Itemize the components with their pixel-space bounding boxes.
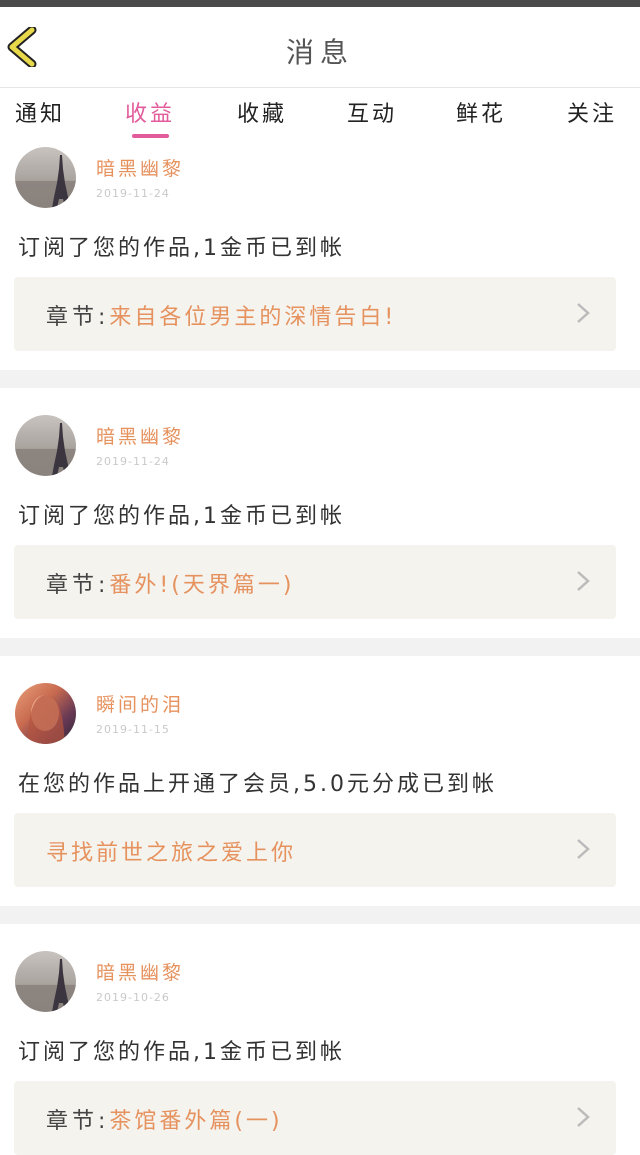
tab-earnings[interactable]: 收益 xyxy=(110,96,190,128)
list-item: 暗黑幽黎 2019-10-26 订阅了您的作品,1金币已到帐 章节:茶馆番外篇(… xyxy=(0,924,640,1155)
username[interactable]: 暗黑幽黎 xyxy=(96,154,184,181)
tab-following[interactable]: 关注 xyxy=(552,96,632,128)
avatar[interactable] xyxy=(15,951,76,1012)
divider xyxy=(0,370,640,388)
chevron-right-icon xyxy=(577,303,590,323)
work-link[interactable]: 寻找前世之旅之爱上你 xyxy=(14,813,616,887)
chapter-title: 来自各位男主的深情告白! xyxy=(109,305,397,330)
chapter-link[interactable]: 章节:来自各位男主的深情告白! xyxy=(14,277,616,351)
chapter-label: 章节: xyxy=(46,573,110,598)
work-title: 寻找前世之旅之爱上你 xyxy=(46,841,297,866)
avatar[interactable] xyxy=(15,683,76,744)
message-date: 2019-11-24 xyxy=(96,187,170,200)
tab-flowers[interactable]: 鲜花 xyxy=(441,96,521,128)
username[interactable]: 暗黑幽黎 xyxy=(96,422,184,449)
chapter-title: 番外!(天界篇一) xyxy=(109,573,295,598)
list-item: 瞬间的泪 2019-11-15 在您的作品上开通了会员,5.0元分成已到帐 寻找… xyxy=(0,656,640,906)
avatar[interactable] xyxy=(15,147,76,208)
chapter-label: 章节: xyxy=(46,1109,110,1134)
list-item: 暗黑幽黎 2019-11-24 订阅了您的作品,1金币已到帐 章节:来自各位男主… xyxy=(0,140,640,370)
tab-bar: 通知 收益 收藏 互动 鲜花 关注 xyxy=(0,88,640,140)
message-date: 2019-11-24 xyxy=(96,455,170,468)
page-title: 消息 xyxy=(285,36,354,69)
status-bar xyxy=(0,0,640,7)
divider xyxy=(0,906,640,924)
message-text: 订阅了您的作品,1金币已到帐 xyxy=(18,504,345,529)
active-tab-indicator xyxy=(132,134,169,138)
chevron-right-icon xyxy=(577,571,590,591)
username[interactable]: 瞬间的泪 xyxy=(96,690,184,717)
divider xyxy=(0,638,640,656)
chapter-link[interactable]: 章节:番外!(天界篇一) xyxy=(14,545,616,619)
chapter-label: 章节: xyxy=(46,305,110,330)
username[interactable]: 暗黑幽黎 xyxy=(96,958,184,985)
message-text: 订阅了您的作品,1金币已到帐 xyxy=(18,236,345,261)
chevron-right-icon xyxy=(577,1107,590,1127)
avatar[interactable] xyxy=(15,415,76,476)
chapter-link[interactable]: 章节:茶馆番外篇(一) xyxy=(14,1081,616,1155)
tab-notifications[interactable]: 通知 xyxy=(0,96,80,128)
message-text: 订阅了您的作品,1金币已到帐 xyxy=(18,1040,345,1065)
tab-interactions[interactable]: 互动 xyxy=(332,96,412,128)
chevron-right-icon xyxy=(577,839,590,859)
message-text: 在您的作品上开通了会员,5.0元分成已到帐 xyxy=(18,772,497,797)
message-date: 2019-11-15 xyxy=(96,723,170,736)
message-date: 2019-10-26 xyxy=(96,991,170,1004)
chapter-title: 茶馆番外篇(一) xyxy=(109,1109,283,1134)
list-item: 暗黑幽黎 2019-11-24 订阅了您的作品,1金币已到帐 章节:番外!(天界… xyxy=(0,388,640,638)
tab-favorites[interactable]: 收藏 xyxy=(222,96,302,128)
header: 消息 xyxy=(0,7,640,88)
